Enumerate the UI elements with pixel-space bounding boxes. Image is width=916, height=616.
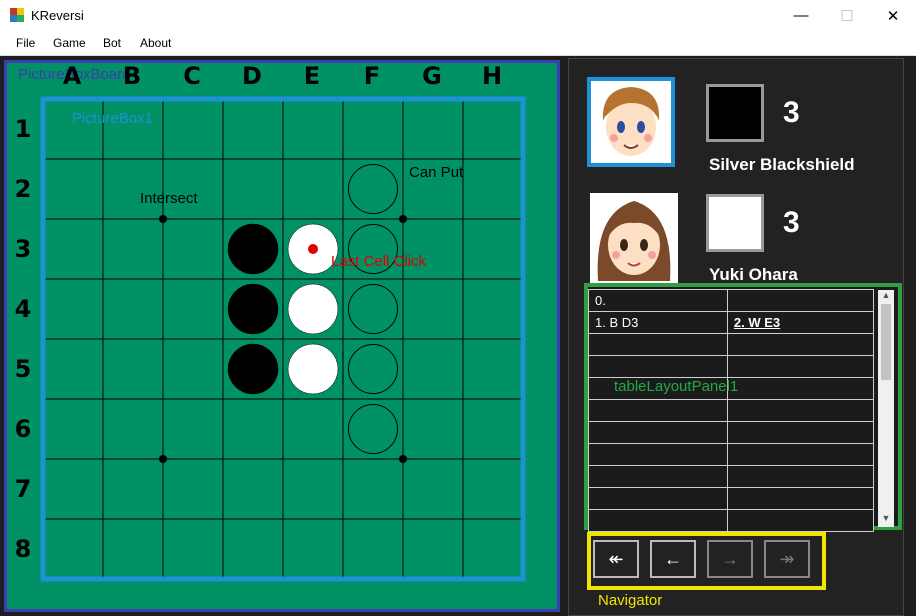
- scroll-thumb[interactable]: [881, 304, 891, 380]
- col-label-h: H: [481, 62, 503, 90]
- man-avatar-icon: [602, 87, 660, 156]
- player-2-name: Yuki Ohara: [709, 265, 798, 284]
- col-label-f: F: [363, 62, 381, 90]
- move-cell-white[interactable]: [726, 509, 875, 532]
- intersect-dot: [399, 215, 407, 223]
- nav-last-button[interactable]: ↠: [764, 540, 810, 578]
- move-cell-black[interactable]: 1. B D3: [588, 311, 728, 334]
- black-piece-d3: [227, 223, 279, 275]
- move-row: [588, 509, 875, 532]
- intersect-dot: [159, 455, 167, 463]
- col-label-d: D: [242, 62, 262, 90]
- row-label-7: 7: [14, 475, 32, 503]
- player-1-piece-swatch: [706, 84, 764, 142]
- white-piece-e5: [287, 343, 339, 395]
- move-cell-white[interactable]: [726, 355, 875, 378]
- can-put-hint-f4: [348, 284, 398, 334]
- avatar-player-1: [587, 77, 675, 167]
- row-label-8: 8: [14, 535, 32, 563]
- app-icon: [10, 8, 24, 22]
- col-label-g: G: [422, 62, 442, 90]
- picture-box-1-label: PictureBox1: [72, 110, 153, 127]
- minimize-button[interactable]: —: [778, 0, 824, 31]
- black-piece-d5: [227, 343, 279, 395]
- col-label-c: C: [183, 62, 201, 90]
- move-cell-white[interactable]: [726, 399, 875, 422]
- row-label-6: 6: [14, 415, 32, 443]
- nav-first-button[interactable]: ↞: [593, 540, 639, 578]
- move-cell-black[interactable]: [588, 487, 728, 510]
- move-cell-black[interactable]: [588, 421, 728, 444]
- row-label-3: 3: [14, 235, 32, 263]
- can-put-hint-f2: [348, 164, 398, 214]
- move-row: [588, 465, 875, 488]
- row-label-4: 4: [14, 295, 32, 323]
- move-cell-white[interactable]: [726, 289, 875, 312]
- row-label-2: 2: [14, 175, 32, 203]
- nav-next-button[interactable]: →: [707, 540, 753, 578]
- move-cell-black[interactable]: [588, 355, 728, 378]
- move-row: 1. B D3 2. W E3: [588, 311, 875, 334]
- menu-bot[interactable]: Bot: [103, 36, 121, 50]
- player-2-piece-swatch: [706, 194, 764, 252]
- can-put-hints: [348, 164, 398, 454]
- scroll-down-icon[interactable]: ▼: [878, 513, 894, 527]
- table-layout-panel-label: tableLayoutPanel1: [614, 378, 739, 395]
- move-cell-black[interactable]: 0.: [588, 289, 728, 312]
- col-label-e: E: [303, 62, 321, 90]
- woman-avatar-icon: [597, 201, 671, 281]
- window-title: KReversi: [31, 8, 84, 23]
- avatar-player-2: [590, 193, 678, 283]
- move-row: [588, 443, 875, 466]
- move-row: 0.: [588, 289, 875, 312]
- nav-prev-button[interactable]: ←: [650, 540, 696, 578]
- player-1-score: 3: [783, 96, 800, 129]
- can-put-hint-f6: [348, 404, 398, 454]
- scroll-up-icon[interactable]: ▲: [878, 290, 894, 304]
- last-cell-click-label: Last Cell Click: [331, 253, 427, 270]
- move-cell-black[interactable]: [588, 333, 728, 356]
- move-cell-white[interactable]: [726, 421, 875, 444]
- move-row: [588, 399, 875, 422]
- moves-table: 0. 1. B D3 2. W E3: [588, 289, 875, 532]
- move-cell-black[interactable]: [588, 443, 728, 466]
- move-cell-white[interactable]: [726, 465, 875, 488]
- navigator-label: Navigator: [598, 592, 663, 609]
- menu-game[interactable]: Game: [53, 36, 86, 50]
- move-cell-white[interactable]: [726, 333, 875, 356]
- menu-about[interactable]: About: [140, 36, 171, 50]
- intersect-label: Intersect: [140, 190, 198, 207]
- close-button[interactable]: ✕: [870, 0, 916, 31]
- menu-file[interactable]: File: [16, 36, 35, 50]
- move-cell-white[interactable]: [726, 377, 875, 400]
- move-cell-black[interactable]: [588, 509, 728, 532]
- intersect-dot: [159, 215, 167, 223]
- move-cell-white[interactable]: [726, 487, 875, 510]
- move-cell-white[interactable]: [726, 443, 875, 466]
- intersect-dot: [399, 455, 407, 463]
- move-cell-black[interactable]: [588, 465, 728, 488]
- move-row: [588, 355, 875, 378]
- move-cell-white[interactable]: 2. W E3: [726, 311, 875, 334]
- move-cell-black[interactable]: [588, 399, 728, 422]
- last-click-marker: [308, 244, 318, 254]
- white-piece-e4: [287, 283, 339, 335]
- row-label-1: 1: [14, 115, 32, 143]
- can-put-label: Can Put: [409, 164, 464, 181]
- player-2-score: 3: [783, 206, 800, 239]
- menu-bar: File Game Bot About: [0, 31, 916, 56]
- move-row: [588, 421, 875, 444]
- player-1-name: Silver Blackshield: [709, 155, 855, 174]
- move-row: [588, 333, 875, 356]
- title-bar: KReversi — ☐ ✕: [0, 0, 916, 31]
- col-label-a: A: [62, 62, 82, 90]
- col-label-b: B: [122, 62, 142, 90]
- moves-scrollbar[interactable]: ▲ ▼: [878, 290, 894, 527]
- can-put-hint-f5: [348, 344, 398, 394]
- move-row: [588, 487, 875, 510]
- black-piece-d4: [227, 283, 279, 335]
- row-label-5: 5: [14, 355, 32, 383]
- maximize-button[interactable]: ☐: [824, 0, 870, 31]
